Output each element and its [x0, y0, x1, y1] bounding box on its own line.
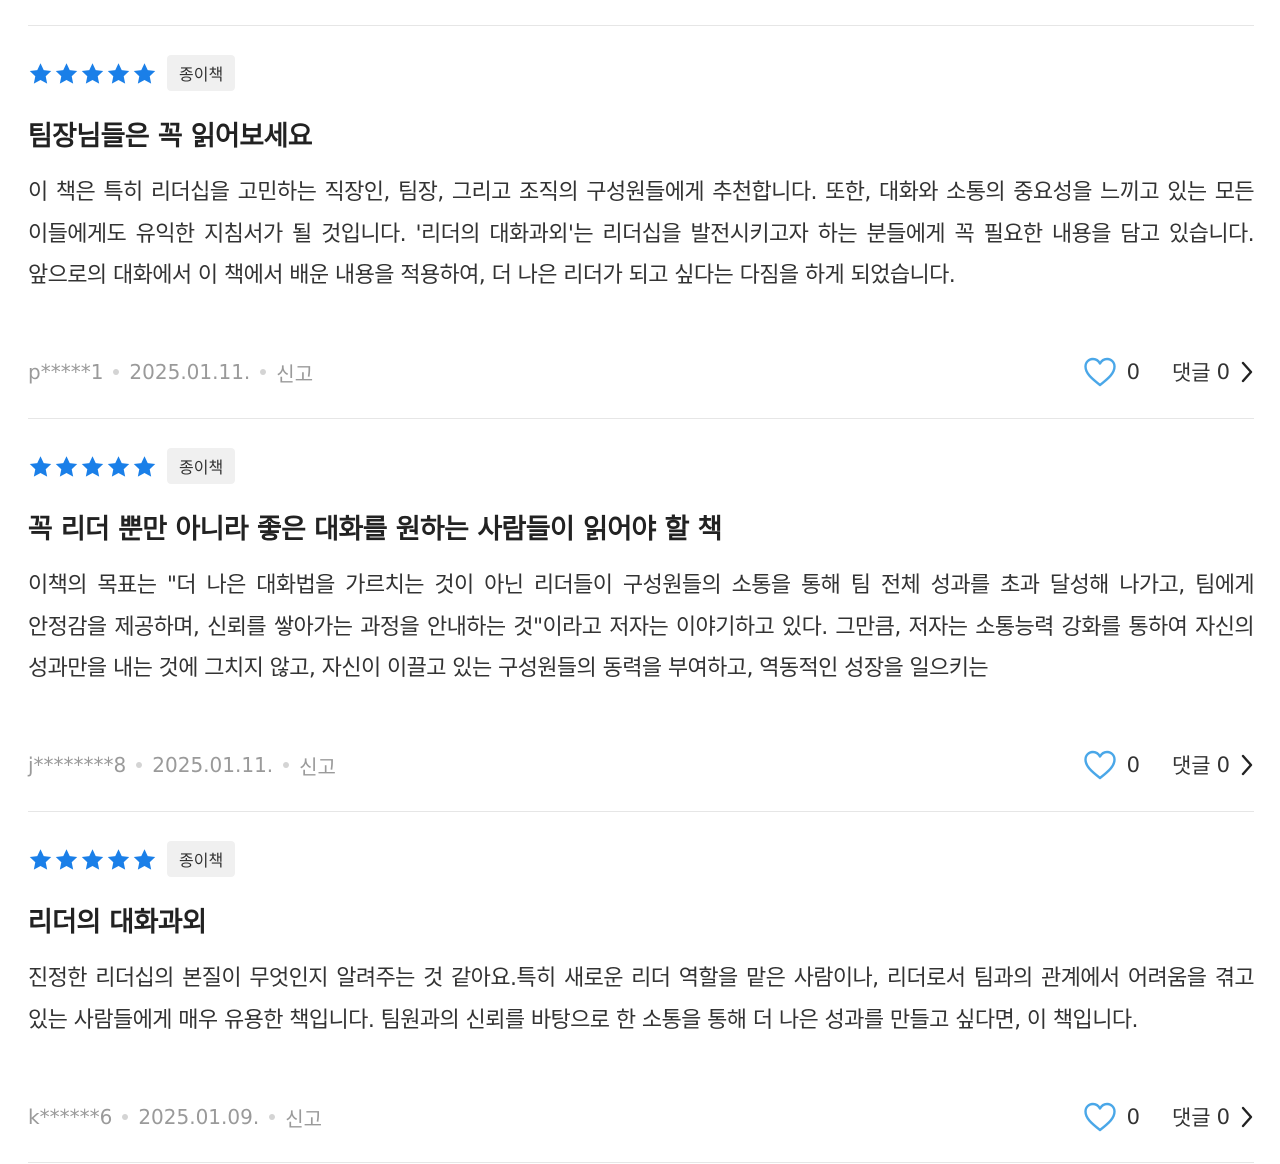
report-link[interactable]: 신고 [299, 751, 336, 780]
heart-icon [1083, 1101, 1117, 1133]
review-date: 2025.01.11. [129, 360, 251, 384]
star-icon [81, 62, 104, 84]
like-button[interactable]: 0 [1083, 356, 1140, 388]
star-icon [29, 62, 52, 84]
format-badge: 종이책 [167, 448, 236, 484]
star-icon [133, 848, 156, 870]
comment-button[interactable]: 댓글 0 [1172, 357, 1254, 387]
like-count: 0 [1126, 1105, 1140, 1129]
review-meta: j********8 2025.01.11. 신고 0 댓글 0 [28, 747, 1254, 783]
star-rating [28, 61, 157, 86]
review-author: j********8 [28, 753, 127, 777]
star-icon [107, 455, 130, 477]
comment-label: 댓글 [1171, 1106, 1211, 1130]
heart-icon [1083, 749, 1117, 781]
star-icon [81, 848, 104, 870]
format-badge: 종이책 [167, 55, 236, 91]
chevron-right-icon [1230, 361, 1254, 383]
review-meta: k******6 2025.01.09. 신고 0 댓글 0 [28, 1099, 1254, 1135]
review-title: 팀장님들은 꼭 읽어보세요 [28, 121, 313, 152]
review-title: 꼭 리더 뿐만 아니라 좋은 대화를 원하는 사람들이 읽어야 할 책 [28, 514, 723, 545]
star-icon [107, 62, 130, 84]
separator-dot [260, 369, 267, 375]
chevron-right-icon [1230, 754, 1254, 776]
separator-dot [269, 1114, 276, 1120]
comment-count: 0 [1216, 1105, 1230, 1129]
star-rating [28, 847, 157, 872]
star-icon [133, 62, 156, 84]
rating-row: 종이책 [28, 448, 236, 484]
separator-dot [113, 369, 120, 375]
format-badge: 종이책 [167, 841, 236, 877]
like-count: 0 [1126, 360, 1140, 384]
comment-button[interactable]: 댓글 0 [1172, 750, 1254, 780]
separator-dot [122, 1114, 129, 1120]
report-link[interactable]: 신고 [285, 1103, 322, 1132]
review-body: 이책의 목표는 "더 나은 대화법을 가르치는 것이 아닌 리더들이 구성원들의… [28, 573, 1255, 681]
comment-label: 댓글 [1171, 361, 1211, 385]
like-button[interactable]: 0 [1083, 749, 1140, 781]
comment-count: 0 [1216, 753, 1230, 777]
star-icon [29, 848, 52, 870]
review-item: 종이책 꼭 리더 뿐만 아니라 좋은 대화를 원하는 사람들이 읽어야 할 책 … [28, 418, 1255, 812]
star-rating [28, 454, 157, 479]
separator-dot [283, 762, 290, 768]
star-icon [55, 455, 78, 477]
report-link[interactable]: 신고 [276, 358, 313, 387]
comment-count: 0 [1216, 360, 1230, 384]
review-author: k******6 [28, 1105, 113, 1129]
review-body: 이 책은 특히 리더십을 고민하는 직장인, 팀장, 그리고 조직의 구성원들에… [28, 180, 1255, 288]
like-count: 0 [1126, 753, 1140, 777]
star-icon [81, 455, 104, 477]
separator-dot [136, 762, 143, 768]
star-icon [133, 455, 156, 477]
star-icon [55, 62, 78, 84]
chevron-right-icon [1230, 1106, 1254, 1128]
review-date: 2025.01.09. [138, 1105, 260, 1129]
review-item: 종이책 팀장님들은 꼭 읽어보세요 이 책은 특히 리더십을 고민하는 직장인,… [28, 25, 1255, 419]
rating-row: 종이책 [28, 841, 236, 877]
star-icon [107, 848, 130, 870]
review-body: 진정한 리더십의 본질이 무엇인지 알려주는 것 같아요.특히 새로운 리더 역… [28, 966, 1255, 1033]
review-meta: p*****1 2025.01.11. 신고 0 댓글 0 [28, 354, 1254, 390]
comment-button[interactable]: 댓글 0 [1172, 1102, 1254, 1132]
star-icon [55, 848, 78, 870]
heart-icon [1083, 356, 1117, 388]
rating-row: 종이책 [28, 55, 236, 91]
review-date: 2025.01.11. [152, 753, 274, 777]
star-icon [29, 455, 52, 477]
review-author: p*****1 [28, 360, 104, 384]
review-title: 리더의 대화과외 [28, 907, 207, 938]
review-item: 종이책 리더의 대화과외 진정한 리더십의 본질이 무엇인지 알려주는 것 같아… [28, 811, 1255, 1164]
like-button[interactable]: 0 [1083, 1101, 1140, 1133]
comment-label: 댓글 [1171, 754, 1211, 778]
